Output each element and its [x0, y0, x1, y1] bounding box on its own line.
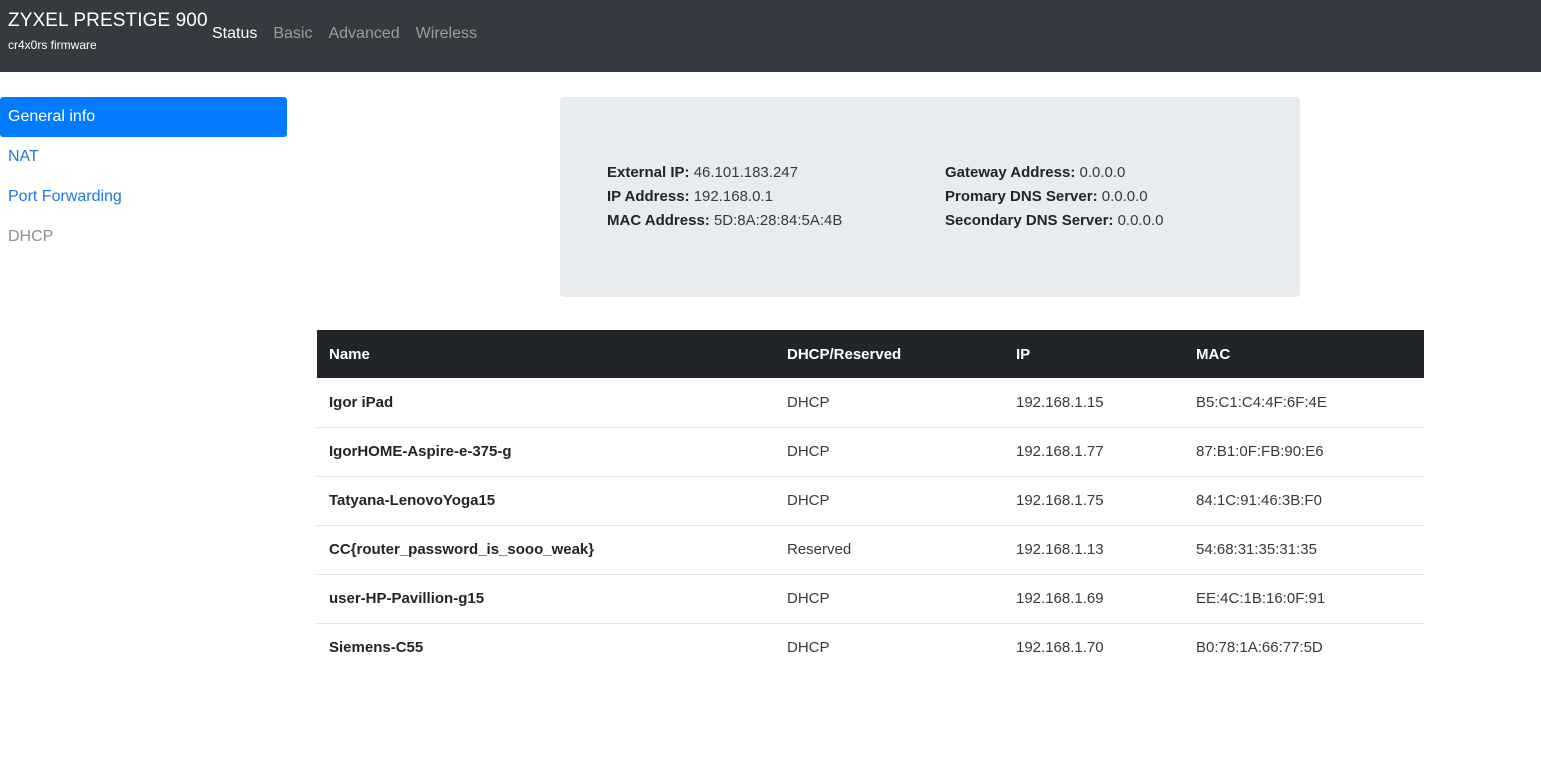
device-name: CC{router_password_is_sooo_weak} [317, 524, 775, 574]
device-mac: B5:C1:C4:4F:6F:4E [1196, 393, 1327, 411]
nav-status[interactable]: Status [212, 24, 257, 44]
column-header-ip: IP [1004, 330, 1184, 378]
device-mac: 54:68:31:35:31:35 [1184, 524, 1424, 574]
device-ip: 192.168.1.77 [1004, 426, 1184, 476]
main-nav: Status Basic Advanced Wireless [212, 24, 493, 44]
column-header-name: Name [317, 330, 775, 378]
gateway-value: 0.0.0.0 [1079, 164, 1126, 181]
table-row: IgorHOME-Aspire-e-375-g DHCP 192.168.1.7… [317, 426, 1424, 476]
table-row: user-HP-Pavillion-g15 DHCP 192.168.1.69 … [317, 573, 1424, 623]
device-assignment: DHCP [775, 573, 1004, 623]
device-ip: 192.168.1.75 [1004, 475, 1184, 525]
table-header: Name DHCP/Reserved IP MAC [317, 330, 1424, 378]
sidebar-item-general-info[interactable]: General info [0, 97, 287, 137]
nav-wireless[interactable]: Wireless [416, 24, 477, 44]
device-mac: EE:4C:1B:16:0F:91 [1184, 573, 1424, 623]
brand-title[interactable]: ZYXEL PRESTIGE 900 [8, 10, 208, 32]
top-navbar: ZYXEL PRESTIGE 900 cr4x0rs firmware Stat… [0, 0, 1541, 72]
device-assignment: DHCP [775, 426, 1004, 476]
nav-advanced[interactable]: Advanced [328, 24, 399, 44]
info-column-left: External IP: 46.101.183.247 IP Address: … [607, 161, 842, 233]
gateway-row: Gateway Address: 0.0.0.0 [945, 161, 1163, 185]
primary-dns-label: Promary DNS Server: [945, 188, 1098, 205]
device-mac: B0:78:1A:66:77:5D [1184, 622, 1424, 672]
device-mac: 87:B1:0F:FB:90:E6 [1184, 426, 1424, 476]
dhcp-clients-table: Name DHCP/Reserved IP MAC Igor iPad DHCP… [317, 330, 1424, 672]
general-info-panel: External IP: 46.101.183.247 IP Address: … [560, 97, 1300, 297]
brand-subtitle: cr4x0rs firmware [8, 38, 97, 52]
ip-address-row: IP Address: 192.168.0.1 [607, 185, 842, 209]
primary-dns-value: 0.0.0.0 [1101, 188, 1148, 205]
sidebar-item-port-forwarding[interactable]: Port Forwarding [0, 177, 287, 217]
device-assignment: Reserved [775, 524, 1004, 574]
gateway-label: Gateway Address: [945, 164, 1076, 181]
device-mac: 84:1C:91:46:3B:F0 [1184, 475, 1424, 525]
primary-dns-row: Promary DNS Server: 0.0.0.0 [945, 185, 1163, 209]
external-ip-row: External IP: 46.101.183.247 [607, 161, 842, 185]
device-assignment: DHCP [787, 393, 830, 411]
secondary-dns-label: Secondary DNS Server: [945, 212, 1114, 229]
mac-address-row: MAC Address: 5D:8A:28:84:5A:4B [607, 209, 842, 233]
device-name: Siemens-C55 [317, 622, 775, 672]
table-row: CC{router_password_is_sooo_weak} Reserve… [317, 524, 1424, 574]
column-header-mac: MAC [1184, 330, 1424, 378]
device-assignment: DHCP [775, 622, 1004, 672]
ip-address-label: IP Address: [607, 188, 690, 205]
device-name: IgorHOME-Aspire-e-375-g [317, 426, 775, 476]
secondary-dns-value: 0.0.0.0 [1117, 212, 1164, 229]
device-ip: 192.168.1.69 [1004, 573, 1184, 623]
device-name: Igor iPad [329, 393, 394, 411]
external-ip-label: External IP: [607, 164, 690, 181]
device-ip: 192.168.1.15 [1016, 393, 1104, 411]
device-ip: 192.168.1.13 [1004, 524, 1184, 574]
mac-address-value: 5D:8A:28:84:5A:4B [713, 212, 843, 229]
external-ip-value: 46.101.183.247 [693, 164, 798, 181]
secondary-dns-row: Secondary DNS Server: 0.0.0.0 [945, 209, 1163, 233]
info-column-right: Gateway Address: 0.0.0.0 Promary DNS Ser… [945, 161, 1163, 233]
device-assignment: DHCP [775, 475, 1004, 525]
sidebar-item-dhcp: DHCP [8, 228, 54, 245]
table-body: Igor iPad DHCP 192.168.1.15 B5:C1:C4:4F:… [317, 378, 1424, 672]
device-name: Tatyana-LenovoYoga15 [317, 475, 775, 525]
mac-address-label: MAC Address: [607, 212, 710, 229]
column-header-dhcp-reserved: DHCP/Reserved [775, 330, 1004, 378]
ip-address-value: 192.168.0.1 [693, 188, 773, 205]
device-ip: 192.168.1.70 [1004, 622, 1184, 672]
device-name: user-HP-Pavillion-g15 [317, 573, 775, 623]
table-row: Igor iPad DHCP 192.168.1.15 B5:C1:C4:4F:… [317, 378, 1424, 427]
sidebar: General info NAT Port Forwarding DHCP [0, 97, 287, 257]
table-row: Tatyana-LenovoYoga15 DHCP 192.168.1.75 8… [317, 475, 1424, 525]
nav-basic[interactable]: Basic [273, 24, 312, 44]
table-row: Siemens-C55 DHCP 192.168.1.70 B0:78:1A:6… [317, 622, 1424, 672]
sidebar-item-nat[interactable]: NAT [0, 137, 287, 177]
